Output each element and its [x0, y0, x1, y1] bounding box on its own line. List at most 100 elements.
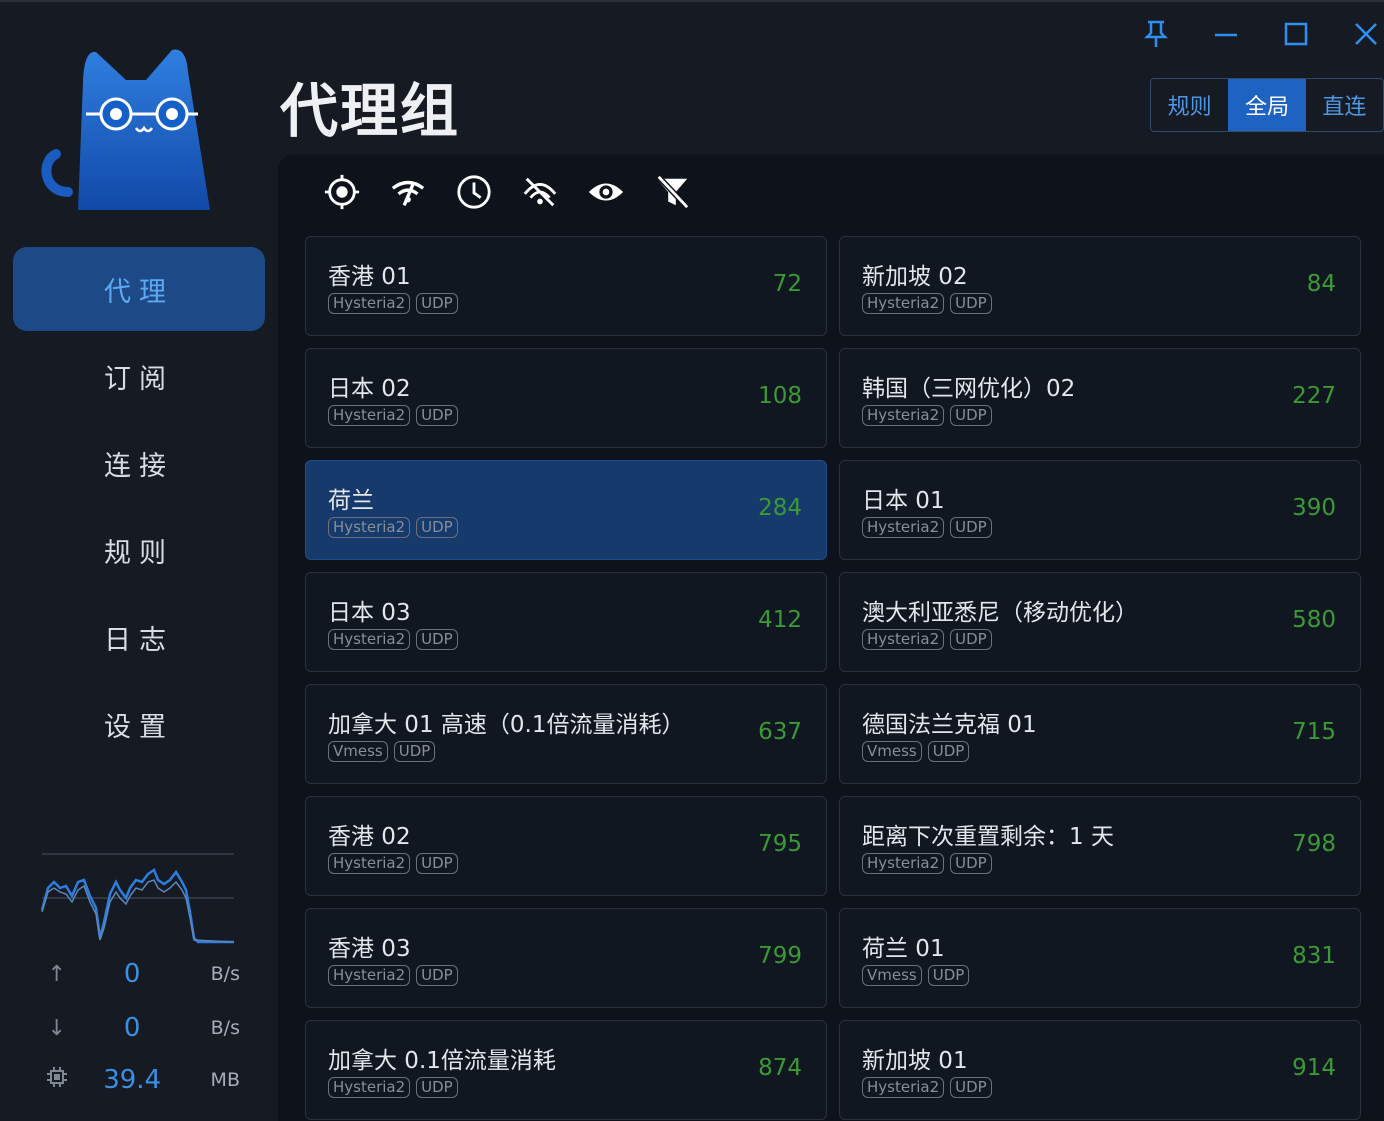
- memory-unit: MB: [210, 1069, 240, 1091]
- proxy-latency[interactable]: 390: [1292, 495, 1336, 521]
- eye-icon[interactable]: [586, 172, 626, 212]
- proxy-name: 新加坡 01: [862, 1048, 968, 1074]
- nav-item-logs[interactable]: 日志: [13, 595, 265, 679]
- proxy-card[interactable]: 香港 01 Hysteria2 UDP 72: [305, 236, 827, 336]
- proxy-tags: Hysteria2 UDP: [862, 405, 992, 426]
- proxy-tag: UDP: [416, 1077, 458, 1098]
- proxy-name: 新加坡 02: [862, 264, 968, 290]
- upload-unit: B/s: [210, 963, 240, 985]
- minimize-icon[interactable]: [1206, 16, 1246, 52]
- proxy-card[interactable]: 荷兰 01 Vmess UDP 831: [839, 908, 1361, 1008]
- proxy-tag: UDP: [927, 965, 970, 986]
- proxy-tag: Hysteria2: [328, 517, 411, 538]
- proxy-tag: Hysteria2: [328, 629, 411, 650]
- proxy-tag: Vmess: [328, 741, 388, 762]
- proxy-tags: Hysteria2 UDP: [862, 1077, 992, 1098]
- arrow-up-icon: ↑: [47, 961, 66, 987]
- mode-global-button[interactable]: 全局: [1228, 79, 1306, 131]
- proxy-card[interactable]: 德国法兰克福 01 Vmess UDP 715: [839, 684, 1361, 784]
- proxy-card[interactable]: 香港 03 Hysteria2 UDP 799: [305, 908, 827, 1008]
- proxy-tag: Hysteria2: [328, 853, 411, 874]
- proxy-card[interactable]: 日本 01 Hysteria2 UDP 390: [839, 460, 1361, 560]
- pin-icon[interactable]: [1136, 16, 1176, 52]
- proxy-card[interactable]: 新加坡 01 Hysteria2 UDP 914: [839, 1020, 1361, 1120]
- proxy-name: 澳大利亚悉尼（移动优化）: [862, 600, 1138, 626]
- nav-item-settings[interactable]: 设置: [13, 682, 265, 766]
- proxy-name: 荷兰: [328, 488, 374, 514]
- proxy-card[interactable]: 距离下次重置剩余：1 天 Hysteria2 UDP 798: [839, 796, 1361, 896]
- chip-icon: [40, 1066, 73, 1094]
- proxy-card[interactable]: 新加坡 02 Hysteria2 UDP 84: [839, 236, 1361, 336]
- proxy-tags: Vmess UDP: [328, 741, 436, 762]
- proxy-card[interactable]: 澳大利亚悉尼（移动优化） Hysteria2 UDP 580: [839, 572, 1361, 672]
- proxy-name: 日本 02: [328, 376, 411, 402]
- proxy-card[interactable]: 日本 03 Hysteria2 UDP 412: [305, 572, 827, 672]
- upload-speed: 0: [123, 959, 141, 989]
- traffic-panel: ↑ 0 B/s ↓ 0 B/s 39.4 MB: [40, 852, 240, 1095]
- proxy-tag: Vmess: [862, 965, 922, 986]
- proxy-tag: UDP: [416, 965, 458, 986]
- proxy-card[interactable]: 加拿大 01 高速（0.1倍流量消耗） Vmess UDP 637: [305, 684, 827, 784]
- hide-unavailable-icon[interactable]: [520, 172, 560, 212]
- download-speed: 0: [123, 1013, 141, 1043]
- proxy-card[interactable]: 荷兰 Hysteria2 UDP 284: [305, 460, 827, 560]
- proxy-latency[interactable]: 914: [1292, 1055, 1336, 1081]
- proxy-latency[interactable]: 874: [758, 1055, 802, 1081]
- filter-off-icon[interactable]: [652, 172, 692, 212]
- proxy-tag: UDP: [927, 741, 970, 762]
- nav-item-subscription[interactable]: 订阅: [13, 334, 265, 418]
- page-title: 代理组: [280, 77, 461, 145]
- proxy-tags: Hysteria2 UDP: [328, 293, 458, 314]
- proxy-latency[interactable]: 715: [1292, 719, 1336, 745]
- proxy-latency[interactable]: 799: [758, 943, 802, 969]
- proxy-tag: UDP: [950, 517, 992, 538]
- mode-direct-button[interactable]: 直连: [1306, 79, 1383, 131]
- close-icon[interactable]: [1346, 16, 1384, 52]
- nav-item-connections[interactable]: 连接: [13, 421, 265, 505]
- proxy-latency[interactable]: 84: [1307, 271, 1336, 297]
- proxy-tag: Hysteria2: [862, 405, 945, 426]
- signal-test-icon[interactable]: [388, 172, 428, 212]
- proxy-latency[interactable]: 831: [1292, 943, 1336, 969]
- proxy-latency[interactable]: 72: [773, 271, 802, 297]
- proxy-latency[interactable]: 412: [758, 607, 802, 633]
- proxy-name: 日本 03: [328, 600, 411, 626]
- nav-menu: 代理 订阅 连接 规则 日志 设置: [13, 247, 265, 769]
- proxy-latency[interactable]: 227: [1292, 383, 1336, 409]
- nav-item-rules[interactable]: 规则: [13, 508, 265, 592]
- proxy-latency[interactable]: 795: [758, 831, 802, 857]
- proxy-card[interactable]: 日本 02 Hysteria2 UDP 108: [305, 348, 827, 448]
- proxy-latency[interactable]: 108: [758, 383, 802, 409]
- proxy-card[interactable]: 香港 02 Hysteria2 UDP 795: [305, 796, 827, 896]
- mode-switch: 规则 全局 直连: [1150, 78, 1384, 132]
- proxy-latency[interactable]: 580: [1292, 607, 1336, 633]
- proxy-tag: UDP: [950, 405, 992, 426]
- proxy-latency[interactable]: 284: [758, 495, 802, 521]
- nav-item-proxy[interactable]: 代理: [13, 247, 265, 331]
- proxy-tags: Hysteria2 UDP: [862, 853, 992, 874]
- proxy-tag: Hysteria2: [328, 293, 411, 314]
- proxy-latency[interactable]: 637: [758, 719, 802, 745]
- proxy-tags: Hysteria2 UDP: [862, 629, 992, 650]
- proxy-name: 加拿大 01 高速（0.1倍流量消耗）: [328, 712, 685, 738]
- proxy-latency[interactable]: 798: [1292, 831, 1336, 857]
- clock-sort-icon[interactable]: [454, 172, 494, 212]
- proxy-name: 日本 01: [862, 488, 945, 514]
- proxy-name: 加拿大 0.1倍流量消耗: [328, 1048, 556, 1074]
- proxy-tag: UDP: [416, 405, 458, 426]
- mode-rule-button[interactable]: 规则: [1151, 79, 1228, 131]
- proxy-card[interactable]: 韩国（三网优化）02 Hysteria2 UDP 227: [839, 348, 1361, 448]
- proxy-name: 德国法兰克福 01: [862, 712, 1037, 738]
- proxy-tags: Hysteria2 UDP: [328, 517, 458, 538]
- proxy-tag: UDP: [950, 1077, 992, 1098]
- maximize-icon[interactable]: [1276, 16, 1316, 52]
- proxy-tag: Hysteria2: [328, 405, 411, 426]
- proxy-tag: UDP: [393, 741, 436, 762]
- locate-icon[interactable]: [322, 172, 362, 212]
- sidebar: 代理 订阅 连接 规则 日志 设置 ↑ 0 B/s ↓ 0 B/s 39.4 M…: [0, 2, 278, 1121]
- traffic-graph: [40, 853, 235, 944]
- proxy-name: 香港 01: [328, 264, 411, 290]
- memory-usage: 39.4: [103, 1065, 162, 1095]
- proxy-tags: Hysteria2 UDP: [328, 965, 458, 986]
- proxy-card[interactable]: 加拿大 0.1倍流量消耗 Hysteria2 UDP 874: [305, 1020, 827, 1120]
